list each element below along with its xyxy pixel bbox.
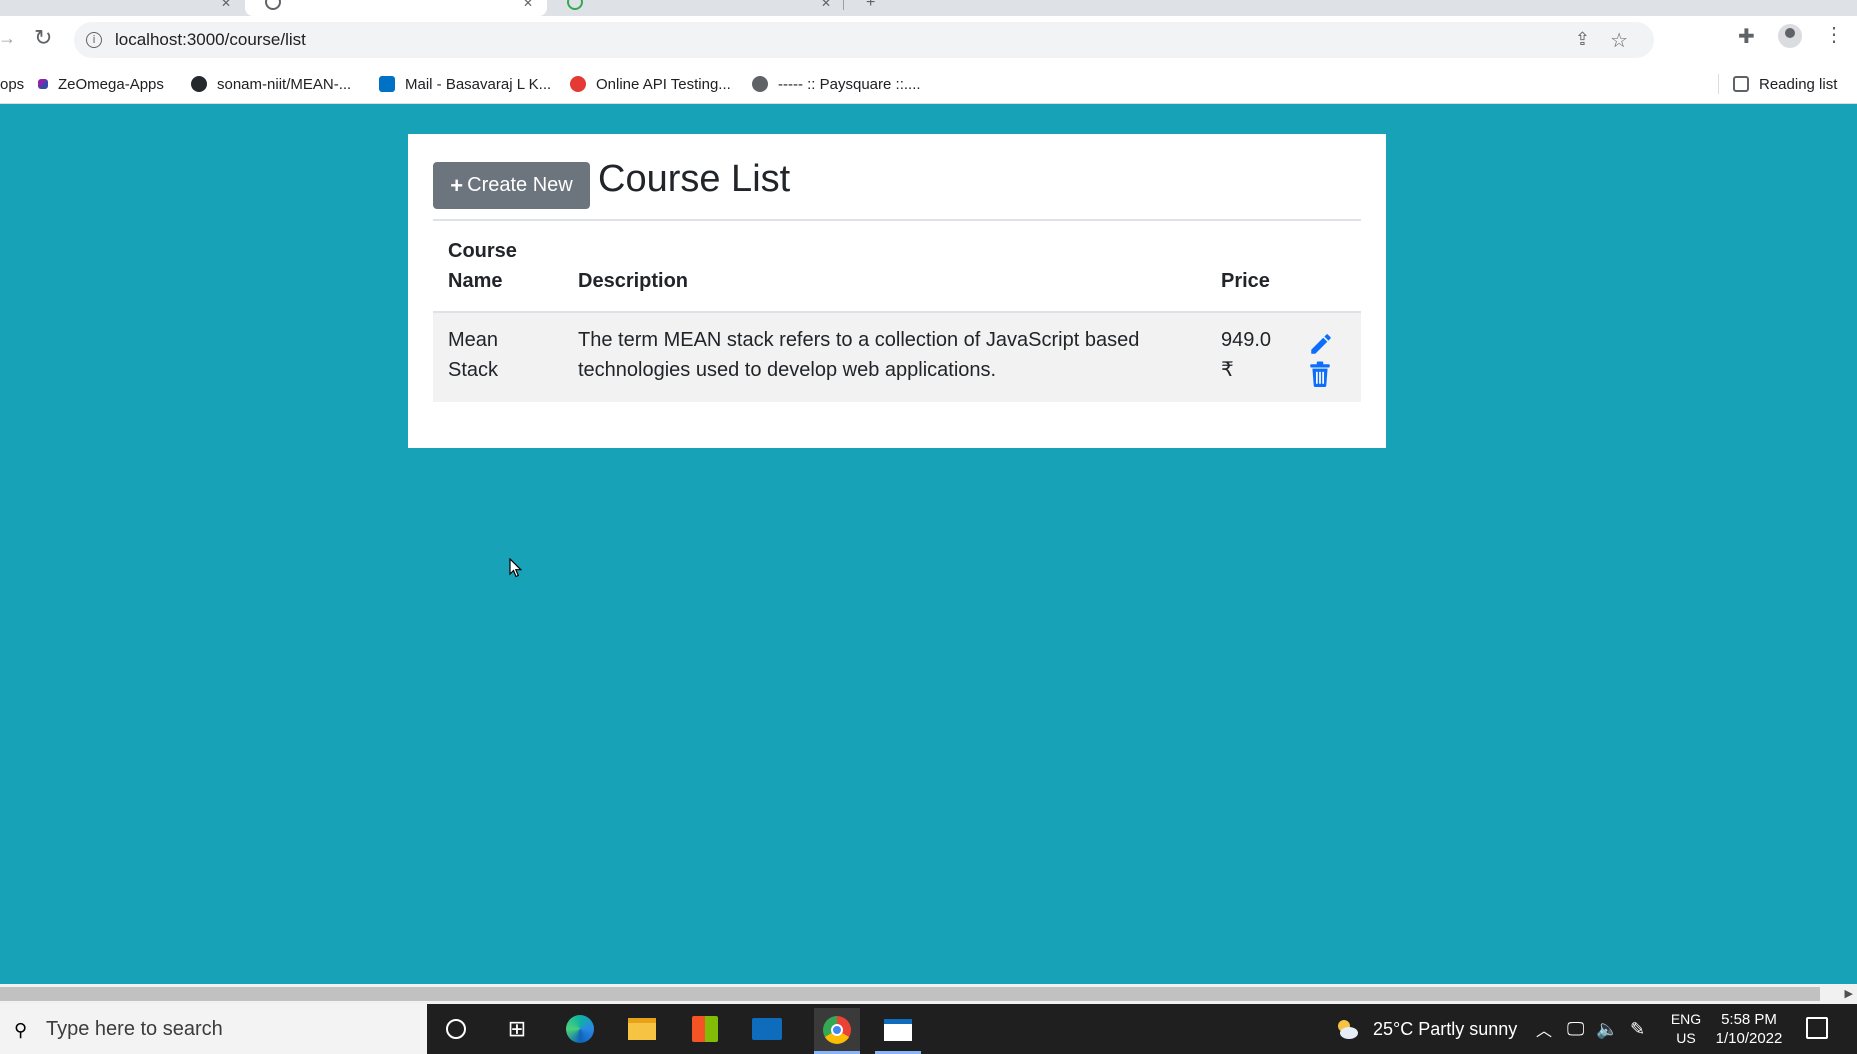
outlook-icon bbox=[379, 76, 395, 92]
cortana-icon[interactable] bbox=[441, 1014, 471, 1044]
edge-browser-icon[interactable] bbox=[565, 1014, 595, 1044]
bookmark-label: ops bbox=[0, 75, 25, 93]
delete-trash-icon[interactable] bbox=[1309, 361, 1331, 387]
table-header: Course Name Description Price bbox=[433, 221, 1361, 313]
search-icon: ⚲ bbox=[14, 1020, 28, 1040]
bookmarks-bar: ops ZeOmega-Apps sonam-niit/MEAN-... Mai… bbox=[0, 64, 1857, 104]
microsoft-store-icon[interactable] bbox=[690, 1014, 720, 1044]
system-clock[interactable]: 5:58 PM 1/10/2022 bbox=[1712, 1010, 1786, 1048]
address-url[interactable]: localhost:3000/course/list bbox=[115, 30, 306, 50]
reading-list-label: Reading list bbox=[1759, 75, 1838, 93]
site-info-icon[interactable]: i bbox=[86, 32, 102, 48]
language-code: ENG bbox=[1670, 1011, 1702, 1027]
profile-avatar-icon[interactable] bbox=[1778, 24, 1802, 48]
bookmark-paysquare[interactable]: ----- :: Paysquare ::.... bbox=[752, 72, 921, 96]
create-new-label: Create New bbox=[467, 174, 573, 196]
windows-taskbar: ⚲ Type here to search ⊞ 25°C Partly sunn… bbox=[0, 1004, 1857, 1054]
cell-description: The term MEAN stack refers to a collecti… bbox=[578, 329, 1140, 381]
region-code: US bbox=[1676, 1030, 1696, 1046]
scrollbar-thumb[interactable] bbox=[0, 987, 1820, 1001]
tab-close-icon[interactable]: ✕ bbox=[221, 0, 231, 10]
share-icon[interactable]: ⇪ bbox=[1575, 29, 1590, 50]
browser-menu-kebab-icon[interactable]: ⋮ bbox=[1824, 22, 1844, 47]
mouse-cursor-icon bbox=[509, 558, 523, 578]
chrome-icon[interactable] bbox=[814, 1008, 860, 1054]
window-app-icon[interactable] bbox=[875, 1008, 921, 1054]
tab-close-icon[interactable]: ✕ bbox=[523, 0, 533, 10]
table-row: Mean Stack The term MEAN stack refers to… bbox=[433, 313, 1361, 402]
address-bar[interactable]: i localhost:3000/course/list ⇪ ☆ bbox=[74, 22, 1654, 58]
header-description: Description bbox=[578, 270, 689, 292]
bookmark-star-icon[interactable]: ☆ bbox=[1610, 28, 1628, 53]
extensions-puzzle-icon[interactable]: ✚ bbox=[1738, 24, 1755, 49]
cell-price: 949.0 ₹ bbox=[1221, 329, 1272, 381]
forward-arrow-icon[interactable]: → bbox=[0, 28, 16, 49]
browser-toolbar: → ↻ i localhost:3000/course/list ⇪ ☆ bbox=[0, 16, 1857, 64]
bookmark-github[interactable]: sonam-niit/MEAN-... bbox=[191, 72, 351, 96]
bookmark-label: sonam-niit/MEAN-... bbox=[217, 75, 352, 93]
globe-icon bbox=[752, 76, 768, 92]
pen-icon[interactable]: ✎ bbox=[1630, 1004, 1645, 1054]
cell-course-name: Mean Stack bbox=[448, 329, 499, 381]
volume-icon[interactable]: 🔈 bbox=[1596, 1004, 1618, 1054]
bookmark-label: ZeOmega-Apps bbox=[58, 75, 164, 93]
tab-strip: ✕ ✕ ✕ + bbox=[0, 0, 1857, 16]
reload-icon[interactable]: ↻ bbox=[34, 25, 52, 51]
file-explorer-icon[interactable] bbox=[627, 1014, 657, 1044]
browser-tab-1[interactable]: ✕ bbox=[0, 0, 245, 16]
course-list-card: + Create New Course List Course Name Des… bbox=[408, 134, 1386, 448]
mail-icon[interactable] bbox=[752, 1014, 782, 1044]
api-testing-icon bbox=[570, 76, 586, 92]
bookmark-mail[interactable]: Mail - Basavaraj L K... bbox=[379, 72, 551, 96]
bookmark-zeomega-apps[interactable]: ZeOmega-Apps bbox=[38, 72, 164, 96]
course-table: Course Name Description Price Mean Stack… bbox=[433, 221, 1361, 402]
notification-center-icon[interactable] bbox=[1806, 1017, 1828, 1039]
language-indicator[interactable]: ENG US bbox=[1668, 1010, 1704, 1048]
reading-list-button[interactable]: Reading list bbox=[1733, 72, 1837, 96]
edit-pencil-icon[interactable] bbox=[1308, 331, 1334, 357]
header-course-name: Course Name bbox=[448, 240, 517, 292]
zeomega-icon bbox=[38, 79, 48, 89]
browser-tab-3[interactable]: ✕ bbox=[547, 0, 845, 16]
clock-time: 5:58 PM bbox=[1721, 1011, 1777, 1028]
weather-text[interactable]: 25°C Partly sunny bbox=[1373, 1004, 1517, 1054]
bookmark-apps[interactable]: ops bbox=[0, 72, 24, 96]
plus-icon: + bbox=[450, 172, 464, 198]
page-title: Course List bbox=[598, 158, 791, 200]
weather-partly-sunny-icon[interactable] bbox=[1335, 1018, 1359, 1040]
bookmark-label: Mail - Basavaraj L K... bbox=[405, 75, 552, 93]
tab-favicon-icon bbox=[567, 0, 583, 10]
tab-favicon-icon bbox=[265, 0, 281, 10]
scroll-right-arrow-icon[interactable]: ▶ bbox=[1845, 987, 1853, 1000]
clock-date: 1/10/2022 bbox=[1715, 1030, 1783, 1047]
search-placeholder: Type here to search bbox=[46, 1017, 223, 1040]
header-price: Price bbox=[1221, 270, 1270, 292]
tab-close-icon[interactable]: ✕ bbox=[821, 0, 831, 10]
reading-list-icon bbox=[1733, 76, 1749, 92]
create-new-button[interactable]: + Create New bbox=[433, 162, 590, 209]
browser-tab-active[interactable]: ✕ bbox=[245, 0, 547, 16]
bookmark-label: ----- :: Paysquare ::.... bbox=[778, 75, 921, 93]
bookmark-label: Online API Testing... bbox=[596, 75, 731, 93]
task-view-icon[interactable]: ⊞ bbox=[502, 1014, 532, 1044]
github-icon bbox=[191, 76, 207, 92]
network-icon[interactable]: 🖵 bbox=[1567, 1004, 1584, 1054]
taskbar-search-box[interactable]: ⚲ Type here to search bbox=[0, 1004, 427, 1054]
bookmarks-separator bbox=[1718, 74, 1719, 94]
new-tab-icon[interactable]: + bbox=[866, 0, 875, 12]
bookmark-api-testing[interactable]: Online API Testing... bbox=[570, 72, 731, 96]
horizontal-scrollbar[interactable]: ▶ bbox=[0, 984, 1857, 1004]
tab-separator bbox=[843, 0, 844, 10]
show-hidden-icons-chevron-icon[interactable]: ︿ bbox=[1536, 1004, 1552, 1054]
